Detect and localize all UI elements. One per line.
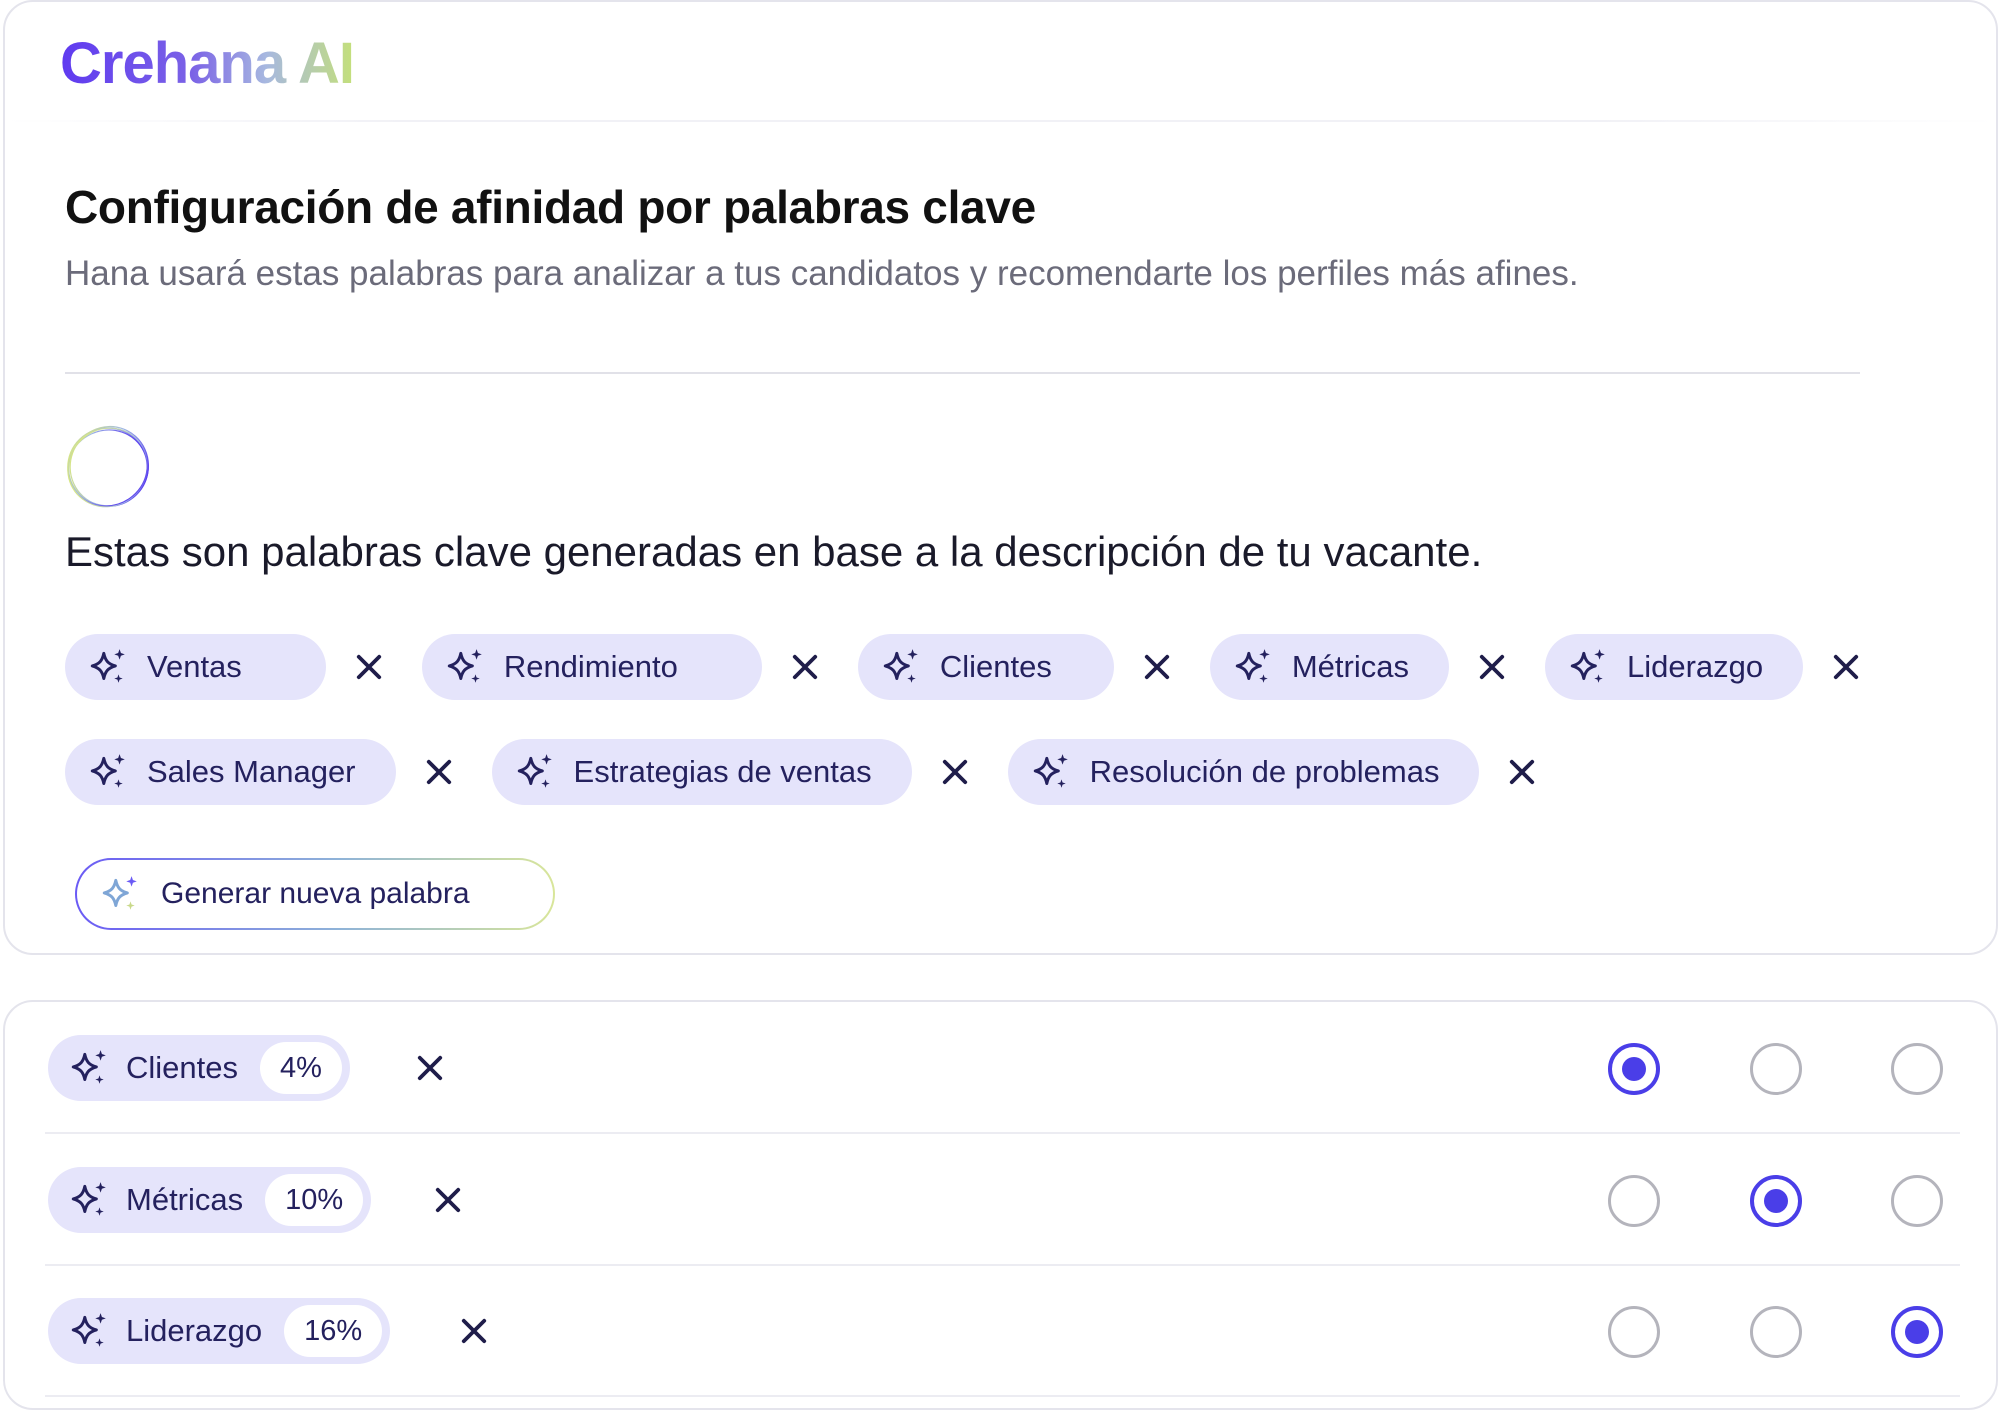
sparkles-icon (68, 1047, 110, 1089)
keyword-weight-percent: 16% (284, 1305, 383, 1357)
weight-option-1-radio[interactable] (1608, 1043, 1660, 1095)
keyword-chip-label: Rendimiento (503, 649, 678, 684)
weight-option-3-radio[interactable] (1891, 1306, 1943, 1358)
keyword-chip-label: Estrategias de ventas (573, 754, 872, 789)
page-subtitle: Hana usará estas palabras para analizar … (65, 254, 1579, 293)
crehana-ai-logo: Crehana AI (60, 31, 355, 96)
keyword-chips-row: Sales Manager Estrategias de ventas Reso… (65, 739, 1575, 805)
keyword-chip-group: Estrategias de ventas (491, 739, 1008, 805)
keyword-chip[interactable]: Métricas (1209, 634, 1449, 700)
keyword-chip[interactable]: Sales Manager (65, 739, 396, 805)
remove-keyword-close-icon[interactable] (938, 755, 972, 789)
generate-keyword-button[interactable]: Generar nueva palabra (75, 858, 555, 930)
keyword-weight-row: Liderazgo 16% (45, 1266, 1960, 1397)
sparkles-icon (1567, 646, 1609, 688)
section-divider (65, 372, 1860, 374)
sparkles-icon (880, 646, 922, 688)
page-title: Configuración de afinidad por palabras c… (65, 181, 1036, 233)
keyword-chip-label: Clientes (939, 649, 1052, 684)
weight-option-3-radio[interactable] (1891, 1175, 1943, 1227)
keyword-weight-label: Métricas (126, 1182, 244, 1217)
keyword-chip-group: Sales Manager (65, 739, 492, 805)
sparkles-icon (99, 873, 141, 915)
keyword-weight-percent: 10% (265, 1174, 364, 1226)
remove-keyword-close-icon[interactable] (788, 650, 822, 684)
keyword-weight-row: Clientes 4% (45, 1003, 1960, 1134)
keyword-chip-group: Ventas (65, 634, 422, 700)
keywords-intro: Estas son palabras clave generadas en ba… (65, 528, 1483, 575)
generate-keyword-label: Generar nueva palabra (161, 877, 470, 910)
sparkles-icon (87, 646, 129, 688)
remove-keyword-close-icon[interactable] (1829, 650, 1863, 684)
remove-weight-close-icon[interactable] (413, 1051, 447, 1085)
keyword-chip[interactable]: Rendimiento (421, 634, 762, 700)
sparkles-icon (1030, 751, 1072, 793)
remove-keyword-close-icon[interactable] (1505, 755, 1539, 789)
keyword-chip-group: Métricas (1209, 634, 1545, 700)
weight-option-2-radio[interactable] (1750, 1175, 1802, 1227)
keyword-chip-group: Rendimiento (421, 634, 858, 700)
keyword-chip-label: Ventas (147, 649, 242, 684)
weight-option-2-radio[interactable] (1750, 1306, 1802, 1358)
keyword-chip-group: Liderazgo (1545, 634, 1863, 700)
keyword-chip[interactable]: Resolución de problemas (1007, 739, 1480, 805)
keyword-chip[interactable]: Clientes (857, 634, 1114, 700)
sparkles-icon (1232, 646, 1274, 688)
generate-keyword-button-inner: Generar nueva palabra (77, 860, 553, 928)
keyword-chip[interactable]: Estrategias de ventas (491, 739, 912, 805)
keyword-config-card: Crehana AI Configuración de afinidad por… (3, 0, 1998, 955)
sparkles-icon (444, 646, 486, 688)
weight-option-3-radio[interactable] (1891, 1043, 1943, 1095)
keyword-chip-label: Sales Manager (147, 754, 356, 789)
header-divider (5, 120, 1996, 122)
keyword-weight-label: Liderazgo (126, 1313, 263, 1348)
keyword-chip-label: Liderazgo (1627, 649, 1764, 684)
sparkles-icon (68, 1179, 110, 1221)
keyword-weight-percent: 4% (260, 1042, 342, 1094)
remove-keyword-close-icon[interactable] (1475, 650, 1509, 684)
sparkles-icon (68, 1310, 110, 1352)
remove-weight-close-icon[interactable] (457, 1314, 491, 1348)
keyword-chip-group: Clientes (857, 634, 1210, 700)
keyword-chip-label: Resolución de problemas (1089, 754, 1440, 789)
keyword-weight-chip[interactable]: Liderazgo 16% (48, 1298, 391, 1364)
remove-keyword-close-icon[interactable] (422, 755, 456, 789)
weight-option-1-radio[interactable] (1608, 1175, 1660, 1227)
sparkles-icon (514, 751, 556, 793)
sparkles-icon (87, 751, 129, 793)
remove-weight-close-icon[interactable] (431, 1183, 465, 1217)
keyword-weight-label: Clientes (126, 1050, 238, 1085)
weight-option-1-radio[interactable] (1608, 1306, 1660, 1358)
keyword-chip-group: Resolución de problemas (1007, 739, 1576, 805)
remove-keyword-close-icon[interactable] (1140, 650, 1174, 684)
keyword-weight-row: Métricas 10% (45, 1135, 1960, 1266)
keyword-chip-label: Métricas (1291, 649, 1409, 684)
keyword-chip[interactable]: Liderazgo (1545, 634, 1804, 700)
keyword-chip[interactable]: Ventas (65, 634, 326, 700)
ai-orb-icon (67, 425, 150, 508)
weight-option-2-radio[interactable] (1750, 1043, 1802, 1095)
keyword-chips-row: Ventas Rendimiento Clientes Métricas Lid… (65, 634, 1863, 700)
remove-keyword-close-icon[interactable] (352, 650, 386, 684)
keyword-weight-chip[interactable]: Clientes 4% (48, 1035, 350, 1101)
keyword-weight-chip[interactable]: Métricas 10% (48, 1167, 372, 1233)
